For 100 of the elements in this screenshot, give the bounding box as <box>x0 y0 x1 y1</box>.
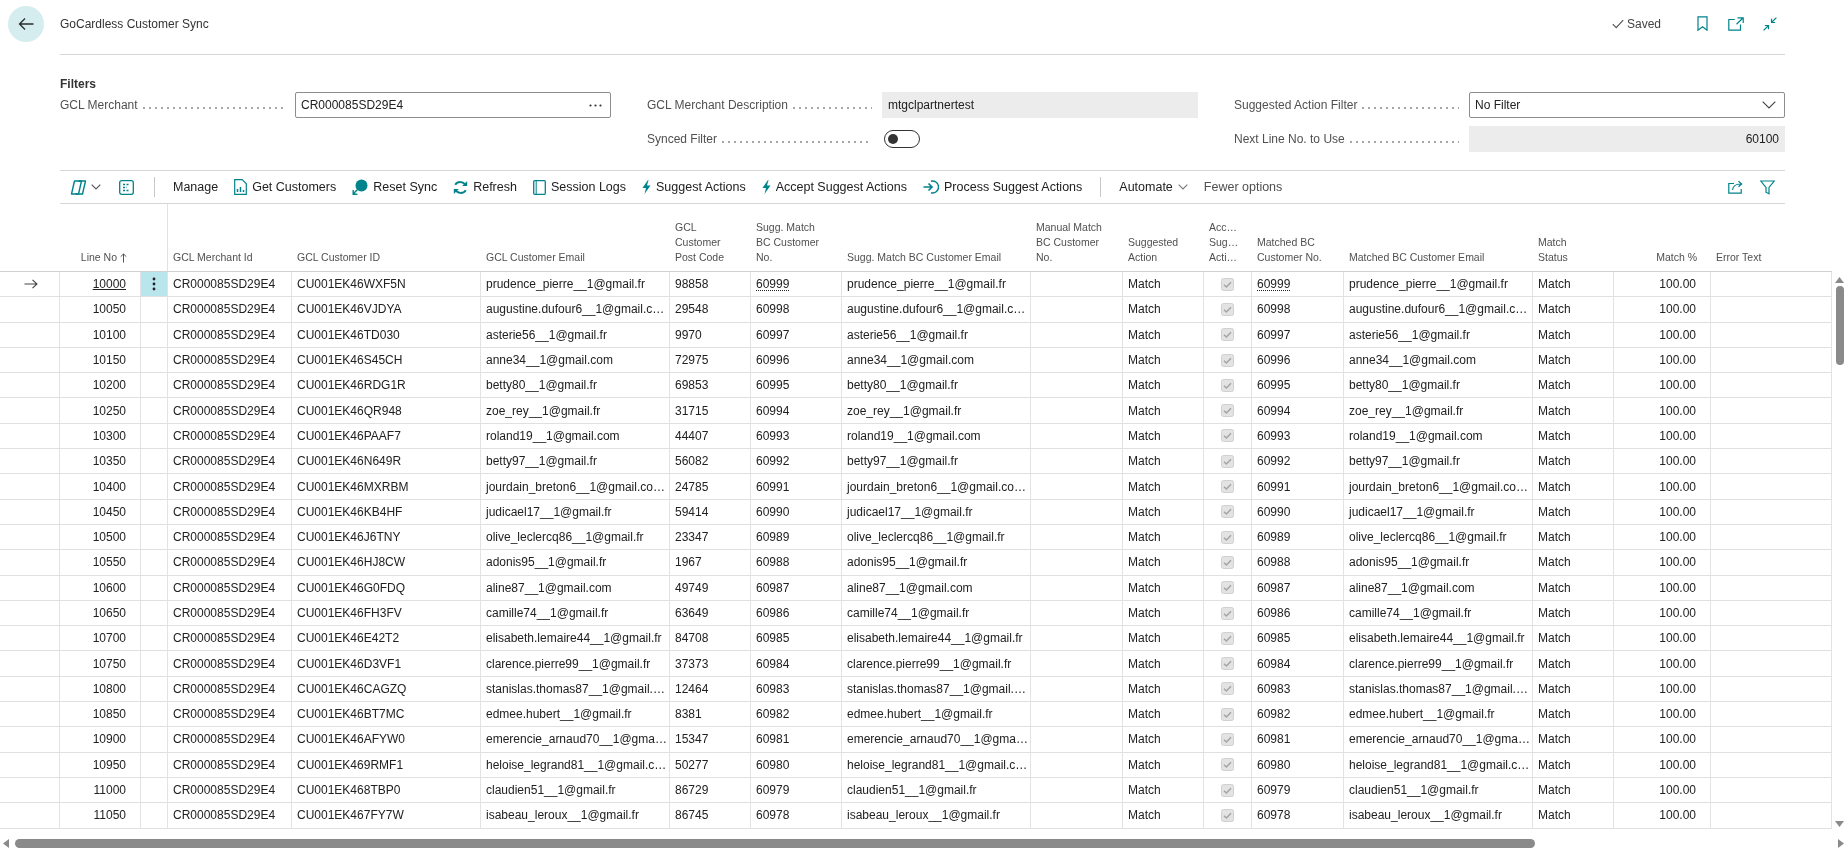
action-button[interactable]: Reset Sync <box>344 173 446 201</box>
overlapping-shapes-icon[interactable] <box>70 179 87 195</box>
table-cell: stanislas.thomas87__1@gmail.… <box>481 676 670 702</box>
column-header[interactable]: Matched BC Customer No. <box>1257 235 1327 265</box>
checkbox[interactable] <box>1221 378 1234 392</box>
checkbox[interactable] <box>1221 682 1234 696</box>
table-cell: 10950 <box>60 752 141 777</box>
link-button[interactable]: Fewer options <box>1195 173 1291 201</box>
column-header[interactable]: Suggested Action <box>1128 235 1198 265</box>
checkbox[interactable] <box>1221 505 1234 519</box>
column-header[interactable]: Manual Match BC Customer No. <box>1036 220 1106 265</box>
action-button[interactable]: Process Suggest Actions <box>915 173 1091 201</box>
checkbox[interactable] <box>1221 783 1234 797</box>
checkbox[interactable] <box>1221 808 1234 822</box>
table-row[interactable]: 10250 CR000085SD29E4 CU001EK46QR948 zoe_rey__1@gmail.fr 31715 60994 zoe_rey__1@gmail.fr Match 60994 zoe_rey__1@gmail.fr Match 100.00 <box>0 398 1832 424</box>
checkbox[interactable] <box>1221 707 1234 721</box>
more-dots-icon[interactable] <box>589 103 602 107</box>
row-menu-button[interactable] <box>141 272 168 297</box>
table-row[interactable]: 10000 CR000085SD29E4 CU001EK46WXF5N prudence_pierre__1@gmail.fr 98858 60999 prudence_pierre__1@gmail.fr Match 60999 prudence_pierre__1@gmail.fr Match 100.00 <box>0 272 1832 298</box>
filter-icon[interactable] <box>1760 179 1775 195</box>
column-header[interactable]: Acc… Sug… Acti… <box>1209 220 1245 265</box>
checkbox[interactable] <box>1221 328 1234 342</box>
menu-button[interactable]: Automate <box>1111 173 1196 201</box>
table-row[interactable]: 10850 CR000085SD29E4 CU001EK46BT7MC edmee.hubert__1@gmail.fr 8381 60982 edmee.hubert__1@gmail.fr Match 60982 edmee.hubert__1@gmail.fr Match 100.00 <box>0 702 1832 728</box>
column-header[interactable]: Line No <box>80 250 127 265</box>
action-button[interactable]: Manage <box>165 173 227 201</box>
checkbox[interactable] <box>1221 454 1234 468</box>
bookmark-icon[interactable] <box>1696 16 1708 31</box>
table-row[interactable]: 10350 CR000085SD29E4 CU001EK46N649R betty97__1@gmail.fr 56082 60992 betty97__1@gmail.fr Match 60992 betty97__1@gmail.fr Match 100.00 <box>0 449 1832 475</box>
table-cell: 100.00 <box>1614 651 1711 676</box>
scrollbar-thumb[interactable] <box>1835 286 1844 365</box>
table-row[interactable]: 10150 CR000085SD29E4 CU001EK46S45CH anne34__1@gmail.com 72975 60996 anne34__1@gmail.com Match 60996 anne34__1@gmail.com Match 100.00 <box>0 347 1832 374</box>
table-row[interactable]: 10400 CR000085SD29E4 CU001EK46MXRBM jourdain_breton6__1@gmail.co… 24785 60991 jourdain_breton6__1@gmail.co… Match 60991 jourdain_breton6__1@gmail.co… Match 100.00 <box>0 474 1832 500</box>
table-row[interactable]: 10450 CR000085SD29E4 CU001EK46KB4HF judicael17__1@gmail.fr 59414 60990 judicael17__1@gmail.fr Match 60990 judicael17__1@gmail.fr Match 100.00 <box>0 499 1832 525</box>
checkbox[interactable] <box>1221 404 1234 418</box>
table-row[interactable]: 10050 CR000085SD29E4 CU001EK46VJDYA augustine.dufour6__1@gmail.c… 29548 60998 augustine.dufour6__1@gmail.c… Match 60998 augustine.dufour6__1@gmail.c… Match 100.00 <box>0 297 1832 323</box>
table-cell: zoe_rey__1@gmail.fr <box>1344 398 1533 423</box>
scroll-right-arrow-icon[interactable] <box>1838 839 1844 848</box>
layout-icon[interactable] <box>119 179 134 195</box>
table-row[interactable]: 10200 CR000085SD29E4 CU001EK46RDG1R betty80__1@gmail.fr 69853 60995 betty80__1@gmail.fr Match 60995 betty80__1@gmail.fr Match 100.00 <box>0 373 1832 399</box>
table-cell: 11000 <box>60 777 141 803</box>
filters-heading: Filters <box>60 77 97 92</box>
table-row[interactable]: 10550 CR000085SD29E4 CU001EK46HJ8CW adonis95__1@gmail.fr 1967 60988 adonis95__1@gmail.fr Match 60988 adonis95__1@gmail.fr Match 100.00 <box>0 550 1832 576</box>
scroll-up-arrow-icon[interactable] <box>1835 277 1844 283</box>
table-row[interactable]: 10300 CR000085SD29E4 CU001EK46PAAF7 roland19__1@gmail.com 44407 60993 roland19__1@gmail.com Match 60993 roland19__1@gmail.com Match 100.00 <box>0 423 1832 450</box>
table-row[interactable]: 10500 CR000085SD29E4 CU001EK46J6TNY olive_leclercq86__1@gmail.fr 23347 60989 olive_leclercq86__1@gmail.fr Match 60989 olive_leclercq86__1@gmail.fr Match 100.00 <box>0 524 1832 551</box>
scroll-left-arrow-icon[interactable] <box>3 839 9 848</box>
action-button[interactable]: Suggest Actions <box>634 173 754 201</box>
action-button[interactable]: Session Logs <box>524 173 634 201</box>
action-button[interactable]: Get Customers <box>226 173 345 201</box>
checkbox[interactable] <box>1221 733 1234 746</box>
table-cell: CR000085SD29E4 <box>168 499 292 524</box>
column-header[interactable]: Sugg. Match BC Customer Email <box>847 250 1002 265</box>
column-header[interactable]: Matched BC Customer Email <box>1349 250 1485 265</box>
scroll-down-arrow-icon[interactable] <box>1835 821 1844 827</box>
table-row[interactable]: 11050 CR000085SD29E4 CU001EK467FY7W isabeau_leroux__1@gmail.fr 86745 60978 isabeau_leroux__1@gmail.fr Match 60978 isabeau_leroux__1@gmail.fr Match 100.00 <box>0 803 1832 829</box>
share-icon[interactable] <box>1728 180 1744 194</box>
checkbox[interactable] <box>1221 581 1234 595</box>
table-row[interactable]: 10900 CR000085SD29E4 CU001EK46AFYW0 emerencie_arnaud70__1@gma… 15347 60981 emerencie_arnaud70__1@gma… Match 60981 emerencie_arnaud70__1@gma… Match 100.00 <box>0 727 1832 753</box>
checkbox[interactable] <box>1221 353 1234 367</box>
checkbox[interactable] <box>1221 631 1234 645</box>
dropdown-field[interactable]: No Filter <box>1469 92 1785 118</box>
back-button[interactable] <box>8 6 44 42</box>
column-header[interactable]: Match % <box>1656 250 1697 265</box>
collapse-icon[interactable] <box>1763 16 1777 31</box>
table-cell: 60991 <box>1252 474 1344 499</box>
table-row[interactable]: 10750 CR000085SD29E4 CU001EK46D3VF1 clarence.pierre99__1@gmail.fr 37373 60984 clarence.pierre99__1@gmail.fr Match 60984 clarence.pierre99__1@gmail.fr Match 100.00 <box>0 651 1832 677</box>
table-row[interactable]: 10650 CR000085SD29E4 CU001EK46FH3FV camille74__1@gmail.fr 63649 60986 camille74__1@gmail.fr Match 60986 camille74__1@gmail.fr Match 100.00 <box>0 600 1832 627</box>
column-header[interactable]: Error Text <box>1716 250 1762 265</box>
column-header[interactable]: GCL Customer ID <box>297 250 381 265</box>
table-row[interactable]: 10800 CR000085SD29E4 CU001EK46CAGZQ stanislas.thomas87__1@gmail.… 12464 60983 stanislas.thomas87__1@gmail.… Match 60983 stanislas.thomas87__1@gmail.… Match 100.00 <box>0 676 1832 703</box>
action-button[interactable]: Refresh <box>445 173 525 201</box>
table-row[interactable]: 10100 CR000085SD29E4 CU001EK46TD030 asterie56__1@gmail.fr 9970 60997 asterie56__1@gmail.fr Match 60997 asterie56__1@gmail.fr Match 100.00 <box>0 322 1832 348</box>
checkbox[interactable] <box>1221 480 1234 493</box>
checkbox[interactable] <box>1221 657 1234 671</box>
checkbox[interactable] <box>1221 555 1234 569</box>
column-header[interactable]: GCL Merchant Id <box>173 250 253 265</box>
column-header[interactable]: Match Status <box>1538 235 1588 265</box>
table-cell: 60996 <box>1252 347 1344 373</box>
table-row[interactable]: 11000 CR000085SD29E4 CU001EK468TBP0 claudien51__1@gmail.fr 86729 60979 claudien51__1@gmail.fr Match 60979 claudien51__1@gmail.fr Match 100.00 <box>0 777 1832 804</box>
table-row[interactable]: 10700 CR000085SD29E4 CU001EK46E42T2 elisabeth.lemaire44__1@gmail.fr 84708 60985 elisabeth.lemaire44__1@gmail.fr Match 60985 elisabeth.lemaire44__1@gmail.fr Match 100.00 <box>0 626 1832 652</box>
table-cell: 60997 <box>751 322 842 347</box>
checkbox[interactable] <box>1221 302 1234 316</box>
checkbox[interactable] <box>1221 758 1234 772</box>
checkbox[interactable] <box>1221 429 1234 443</box>
column-header[interactable]: Sugg. Match BC Customer No. <box>756 220 826 265</box>
column-header[interactable]: GCL Customer Post Code <box>675 220 735 265</box>
checkbox[interactable] <box>1221 530 1234 544</box>
table-cell: adonis95__1@gmail.fr <box>842 550 1031 575</box>
lookup-field[interactable]: CR000085SD29E4 <box>295 92 611 118</box>
column-header[interactable]: GCL Customer Email <box>486 250 585 265</box>
table-cell: 60996 <box>751 347 842 373</box>
table-row[interactable]: 10950 CR000085SD29E4 CU001EK469RMF1 heloise_legrand81__1@gmail.c… 50277 60980 heloise_legrand81__1@gmail.c… Match 60980 heloise_legrand81__1@gmail.c… Match 100.00 <box>0 752 1832 778</box>
pop-out-icon[interactable] <box>1728 16 1744 31</box>
scrollbar-thumb[interactable] <box>15 839 1535 848</box>
checkbox[interactable] <box>1221 277 1234 291</box>
chevron-down-icon[interactable] <box>91 184 101 190</box>
action-button[interactable]: Accept Suggest Actions <box>753 173 915 201</box>
table-row[interactable]: 10600 CR000085SD29E4 CU001EK46G0FDQ aline87__1@gmail.com 49749 60987 aline87__1@gmail.com Match 60987 aline87__1@gmail.com Match 100.00 <box>0 575 1832 601</box>
checkbox[interactable] <box>1221 606 1234 620</box>
